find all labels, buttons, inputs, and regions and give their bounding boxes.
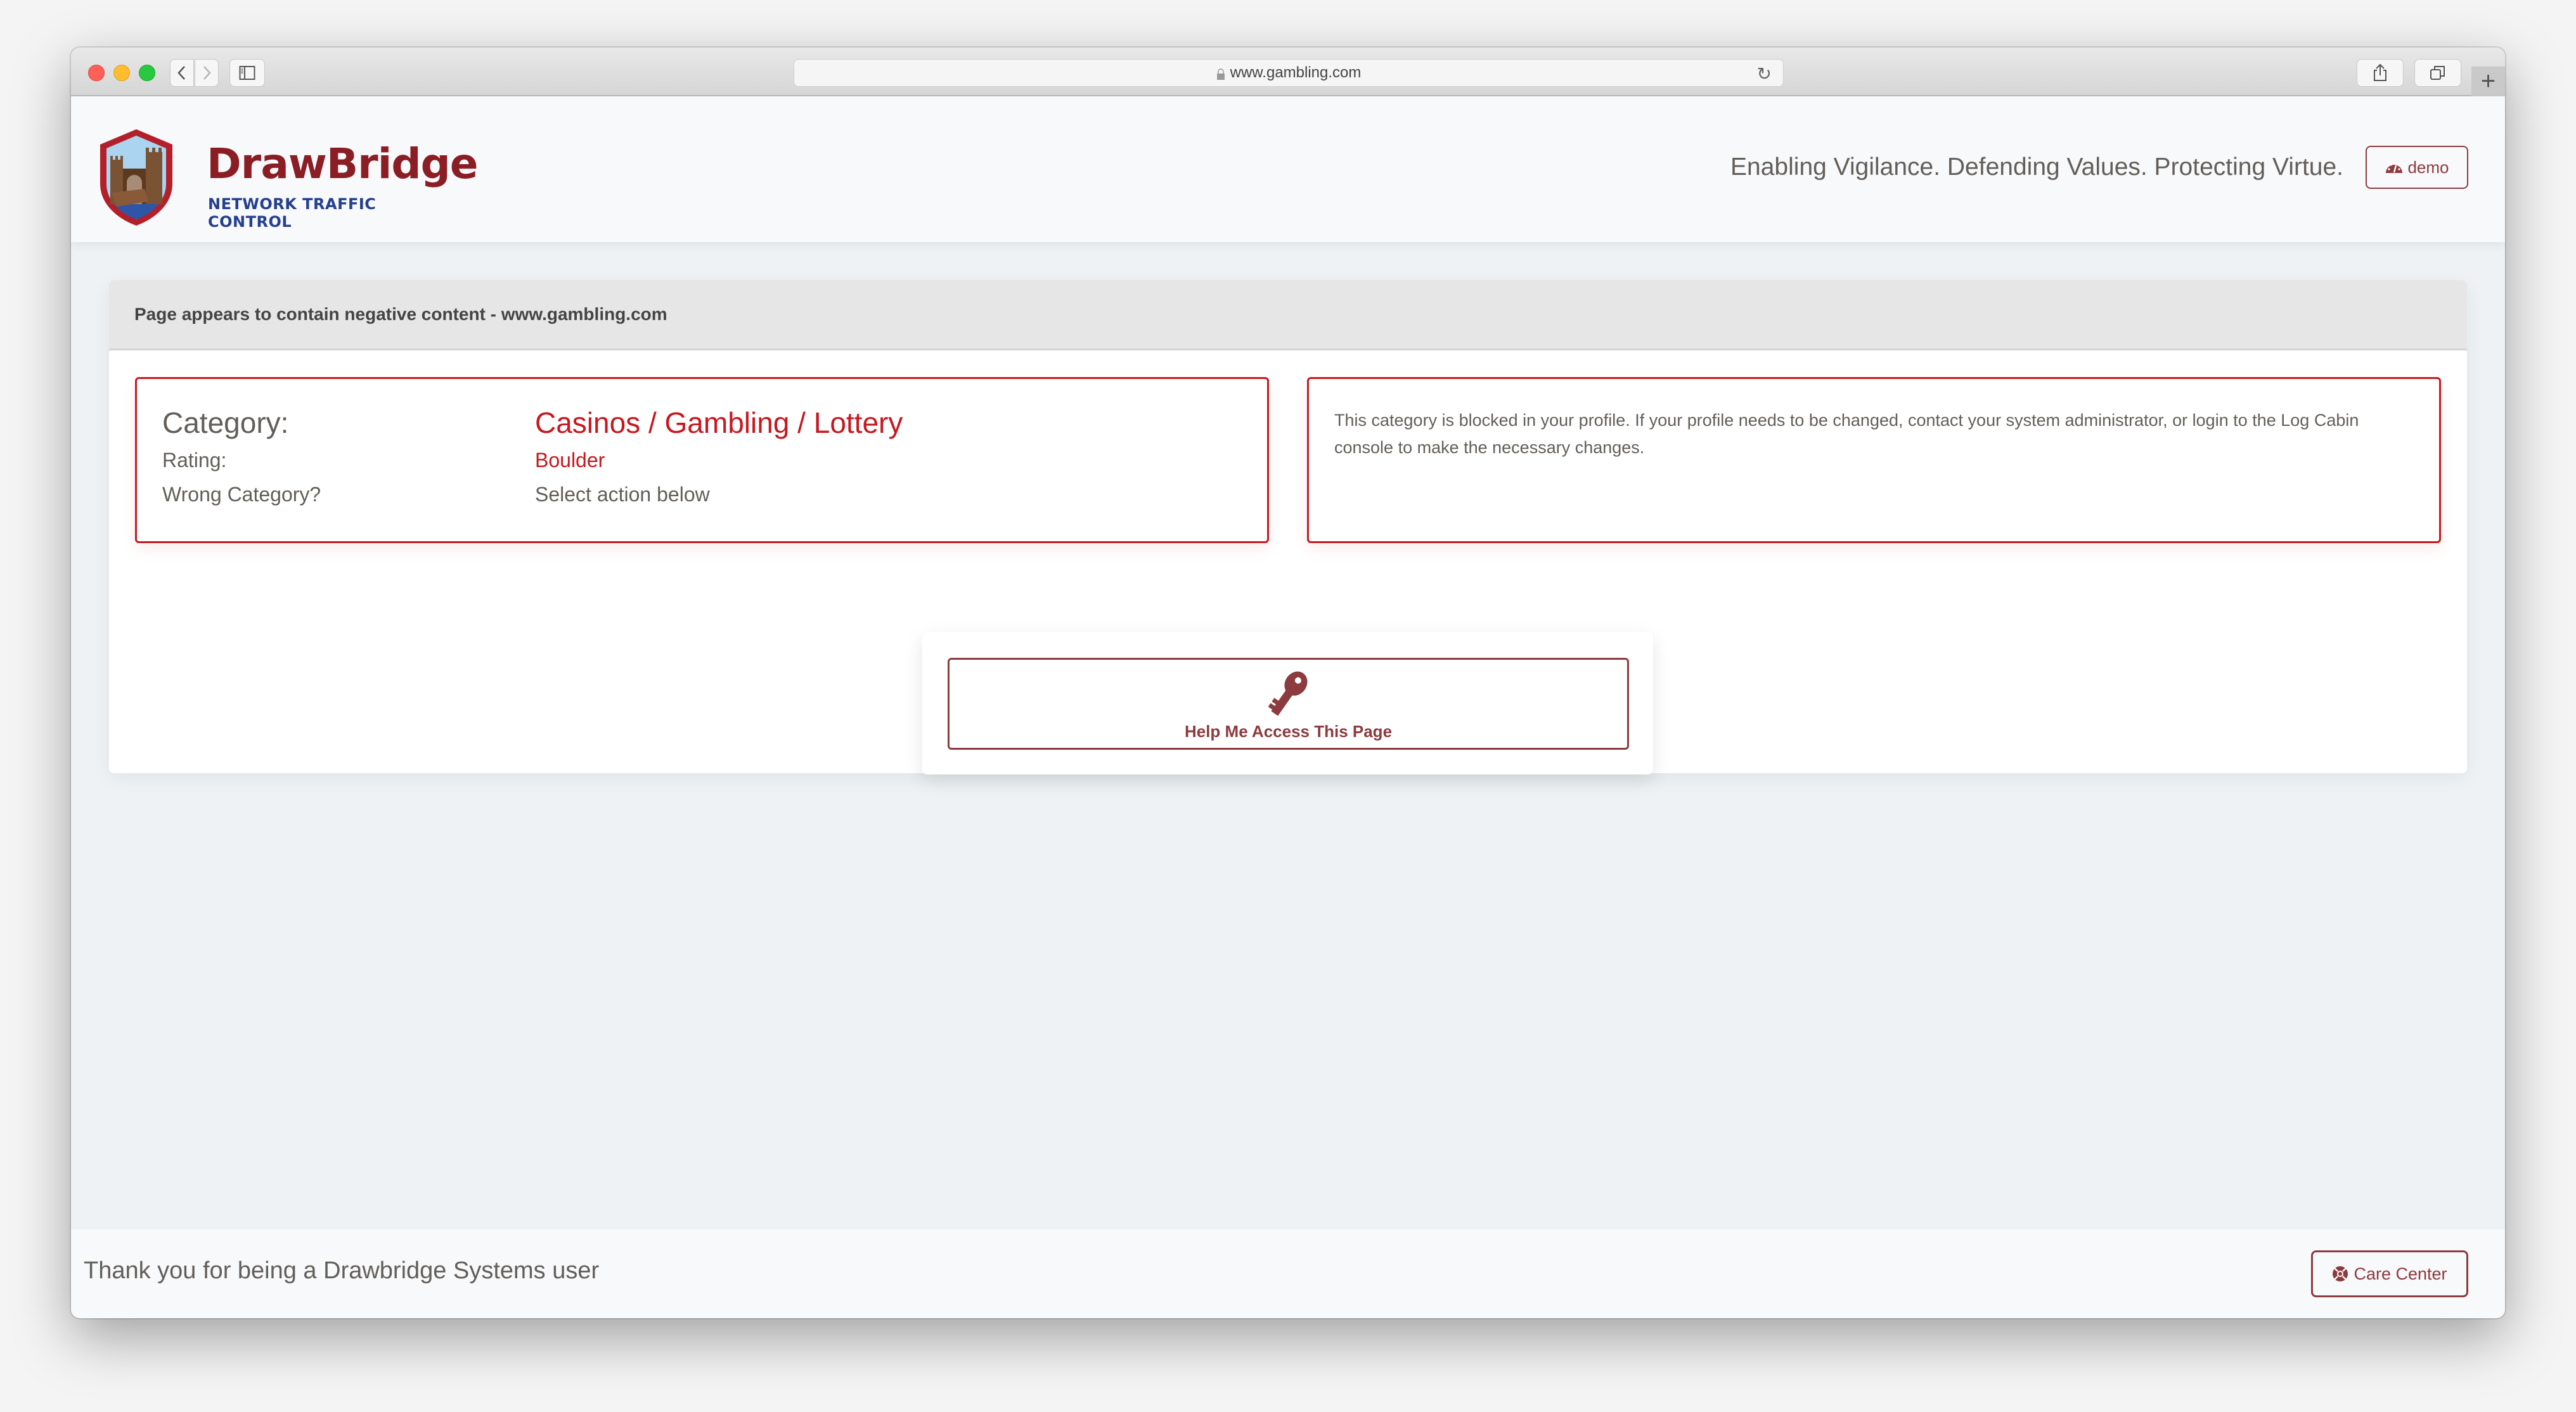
browser-window: www.gambling.com ↻ + DrawBridge NETWORK … <box>71 48 2505 1318</box>
forward-button[interactable] <box>195 59 219 87</box>
url-text: www.gambling.com <box>1230 64 1362 81</box>
back-button[interactable] <box>170 59 194 87</box>
wrong-category-row: Wrong Category? Select action below <box>162 483 710 506</box>
card-title: Page appears to contain negative content… <box>134 304 667 324</box>
category-details-box: Category: Casinos / Gambling / Lottery R… <box>135 377 1269 543</box>
sidebar-icon <box>239 66 255 80</box>
rating-row: Rating: Boulder <box>162 449 605 472</box>
plus-icon: + <box>2480 67 2496 95</box>
help-access-card: Help Me Access This Page <box>922 632 1653 774</box>
browser-toolbar: www.gambling.com ↻ + <box>71 48 2505 96</box>
life-ring-icon <box>2333 1266 2348 1281</box>
chevron-right-icon <box>203 66 211 80</box>
wrong-category-value: Select action below <box>535 483 710 506</box>
drawbridge-logo[interactable]: DrawBridge NETWORK TRAFFIC CONTROL <box>95 127 479 231</box>
share-icon <box>2374 64 2386 81</box>
minimize-window-button[interactable] <box>113 65 130 81</box>
category-row: Category: Casinos / Gambling / Lottery <box>162 406 903 440</box>
sidebar-toggle-button[interactable] <box>229 59 265 87</box>
category-label: Category: <box>162 406 289 439</box>
block-message: This category is blocked in your profile… <box>1334 411 2359 457</box>
maximize-window-button[interactable] <box>139 65 155 81</box>
rating-value: Boulder <box>535 449 605 472</box>
key-icon <box>1268 671 1308 716</box>
new-tab-button[interactable]: + <box>2471 67 2505 96</box>
address-bar[interactable]: www.gambling.com ↻ <box>794 59 1784 87</box>
logo-title: DrawBridge <box>207 139 479 188</box>
tab-overview-button[interactable] <box>2414 59 2461 87</box>
chevron-left-icon <box>177 66 185 80</box>
footer-text: Thank you for being a Drawbridge Systems… <box>84 1257 600 1284</box>
category-value: Casinos / Gambling / Lottery <box>535 406 903 439</box>
care-center-label: Care Center <box>2354 1264 2447 1283</box>
lock-icon <box>1216 68 1225 80</box>
rating-label: Rating: <box>162 449 227 472</box>
close-window-button[interactable] <box>88 65 105 81</box>
block-message-box: This category is blocked in your profile… <box>1307 377 2441 543</box>
care-center-button[interactable]: Care Center <box>2311 1250 2468 1297</box>
demo-button[interactable]: demo <box>2366 146 2468 189</box>
card-header: Page appears to contain negative content… <box>109 280 2467 350</box>
block-notice-card: Page appears to contain negative content… <box>109 280 2467 774</box>
help-access-button[interactable]: Help Me Access This Page <box>948 658 1629 750</box>
tagline: Enabling Vigilance. Defending Values. Pr… <box>1730 153 2343 181</box>
page-header: DrawBridge NETWORK TRAFFIC CONTROL Enabl… <box>71 96 2505 242</box>
tachometer-icon <box>2386 164 2403 173</box>
reload-icon[interactable]: ↻ <box>1757 63 1772 84</box>
help-access-label: Help Me Access This Page <box>1184 722 1393 741</box>
demo-label: demo <box>2407 157 2449 177</box>
share-button[interactable] <box>2357 59 2404 87</box>
castle-shield-icon <box>100 129 172 226</box>
logo-subtitle: NETWORK TRAFFIC CONTROL <box>208 195 377 231</box>
page-footer: Thank you for being a Drawbridge Systems… <box>71 1229 2505 1318</box>
tabs-overview-icon <box>2430 66 2445 80</box>
wrong-category-label: Wrong Category? <box>162 483 321 506</box>
